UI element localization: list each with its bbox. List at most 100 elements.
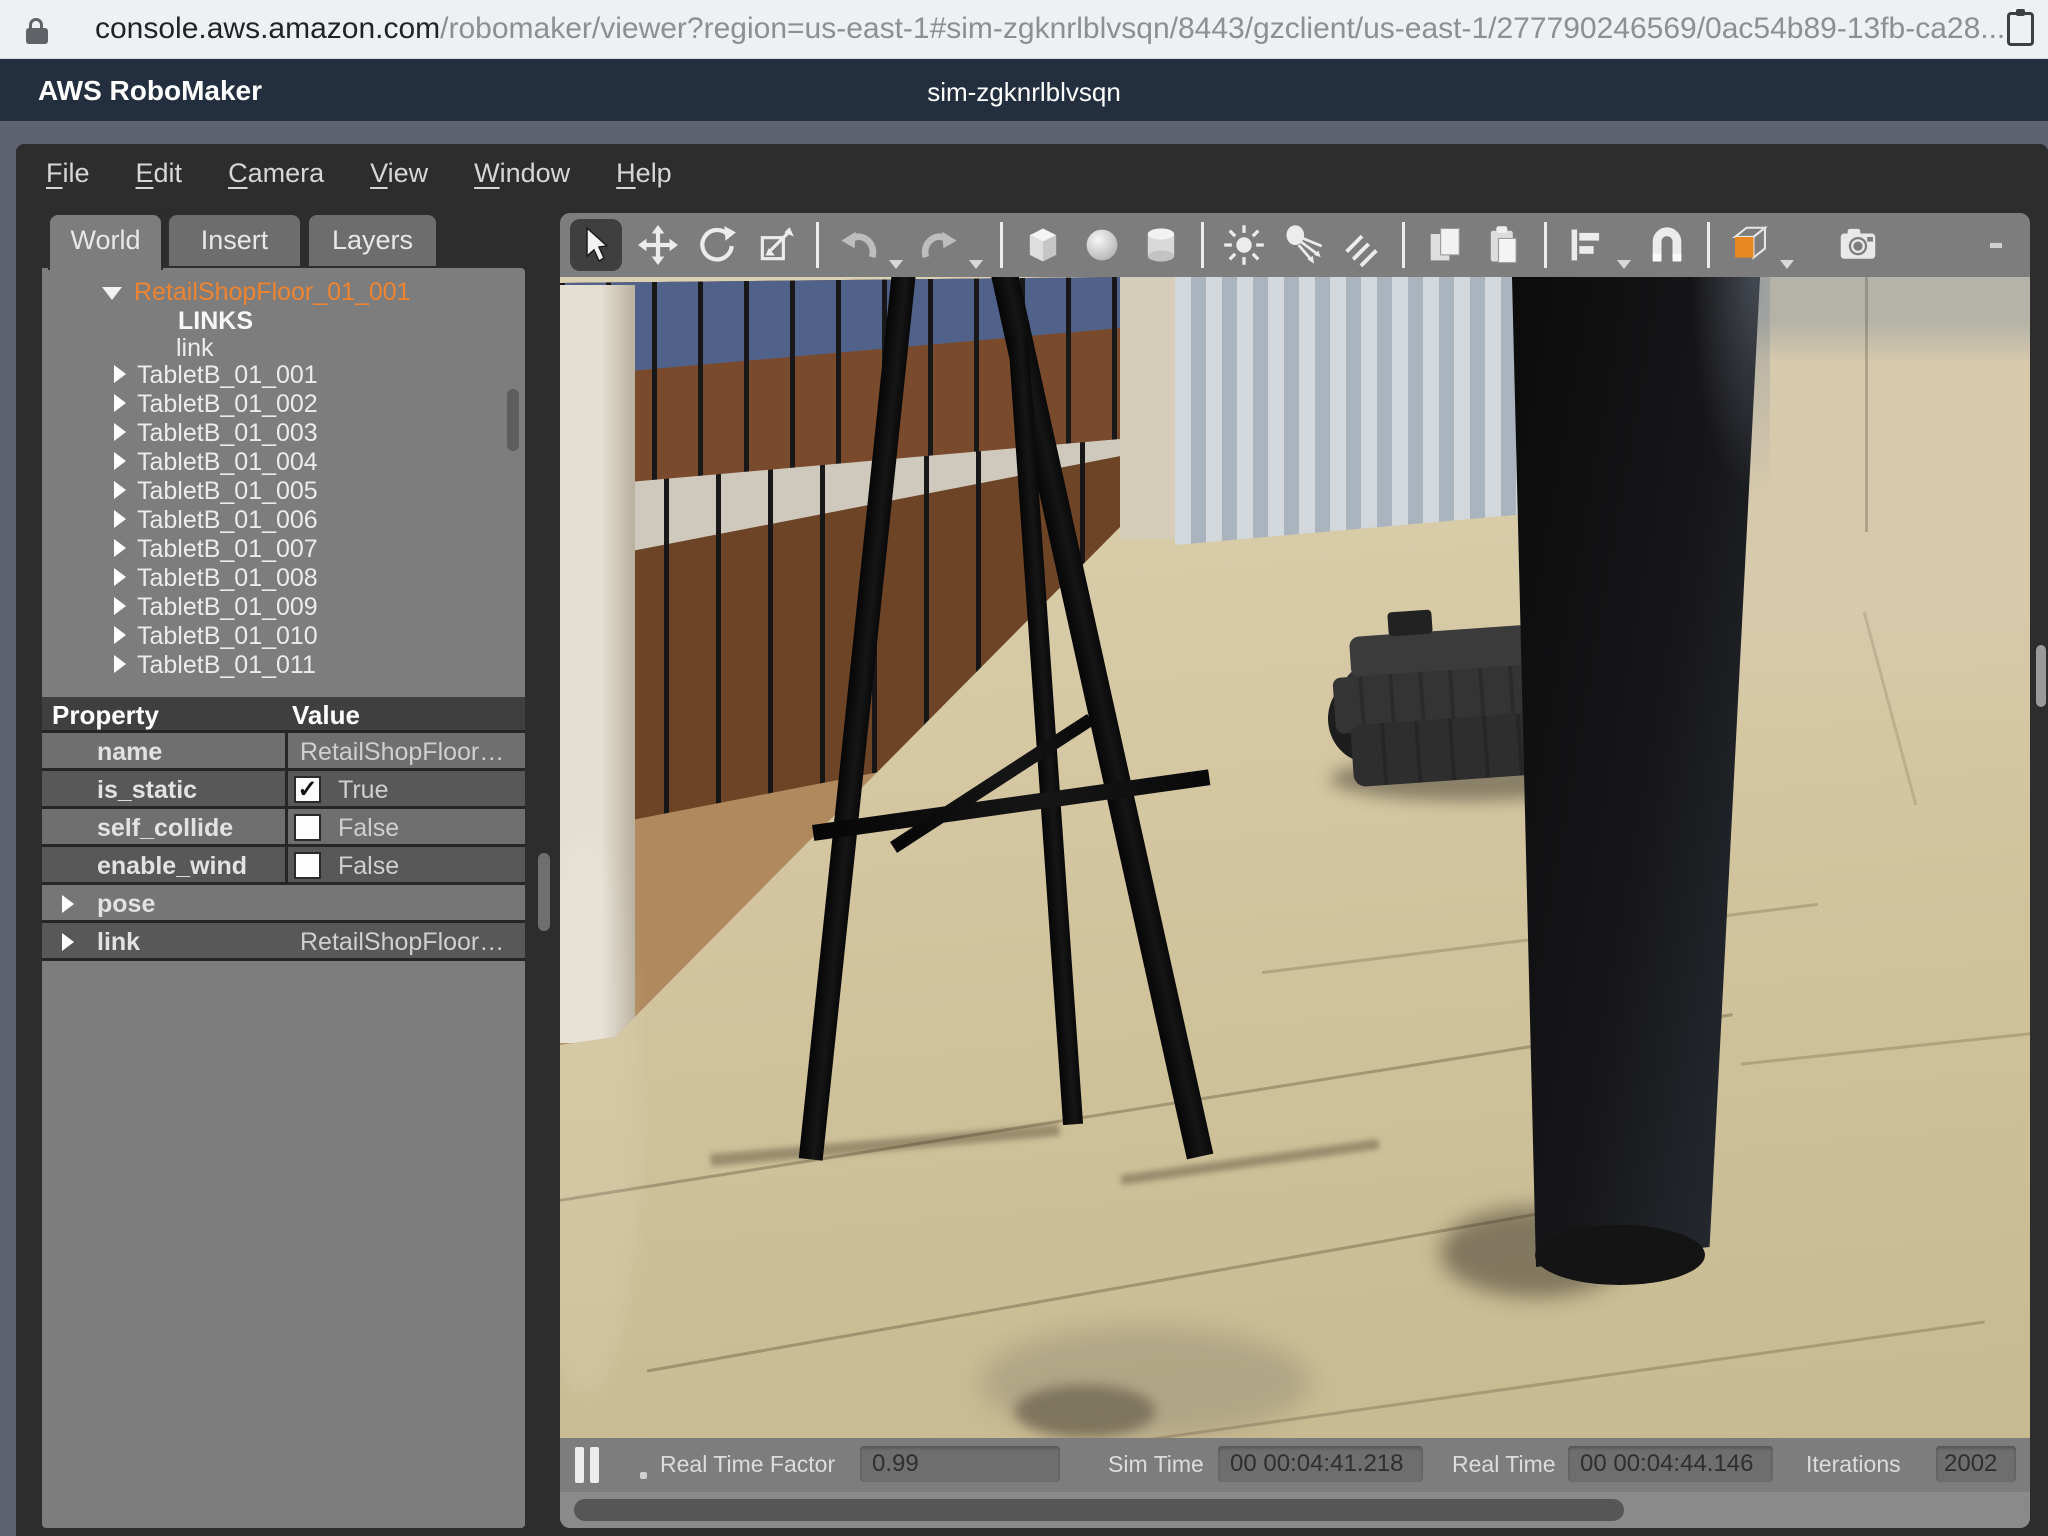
box-icon — [1021, 223, 1065, 267]
paste-icon — [1482, 223, 1526, 267]
tab-insert[interactable]: Insert — [167, 213, 302, 268]
menu-window[interactable]: Window — [474, 158, 570, 189]
tree-item[interactable]: TabletB_01_003 — [114, 419, 318, 448]
prop-row-enable-wind: enable_wind False — [42, 847, 525, 885]
url-domain: console.aws.amazon.com — [95, 12, 440, 45]
chevron-collapsed-icon[interactable] — [114, 365, 126, 383]
chevron-collapsed-icon[interactable] — [114, 568, 126, 586]
select-tool-button[interactable] — [570, 219, 622, 271]
checkbox-checked[interactable]: ✓ — [294, 776, 321, 803]
pillar-sheen — [1690, 277, 1770, 497]
undo-button[interactable] — [836, 222, 882, 268]
toolbar-separator — [816, 222, 819, 268]
view-cube-icon — [1727, 221, 1773, 269]
undo-dropdown-caret[interactable] — [889, 260, 903, 269]
paste-button[interactable] — [1481, 222, 1527, 268]
iterations-label: Iterations — [1806, 1451, 1901, 1478]
horizontal-scroll-thumb[interactable] — [574, 1499, 1624, 1521]
insert-cylinder-button[interactable] — [1138, 222, 1184, 268]
viewport-toolbar — [560, 213, 2030, 277]
directional-light-icon — [1340, 223, 1384, 267]
spot-light-button[interactable] — [1280, 222, 1326, 268]
snap-button[interactable] — [1644, 222, 1690, 268]
align-dropdown-caret[interactable] — [1617, 260, 1631, 269]
easel-shadow — [1121, 1139, 1380, 1185]
redo-dropdown-caret[interactable] — [969, 260, 983, 269]
step-button[interactable] — [640, 1472, 647, 1479]
pillar-bottom-cap — [1535, 1225, 1705, 1285]
striped-wallpaper-wall[interactable] — [1175, 277, 1540, 545]
viewport-horizontal-scrollbar[interactable] — [560, 1492, 2030, 1528]
chevron-collapsed-icon[interactable] — [114, 510, 126, 528]
chevron-collapsed-icon[interactable] — [114, 539, 126, 557]
col-property: Property — [52, 700, 159, 731]
copy-button[interactable] — [1422, 222, 1468, 268]
menu-camera[interactable]: Camera — [228, 158, 324, 189]
chevron-collapsed-icon[interactable] — [114, 452, 126, 470]
aws-header: AWS RoboMaker sim-zgknrlblvsqn — [0, 59, 2048, 121]
chevron-collapsed-icon[interactable] — [114, 626, 126, 644]
tree-item[interactable]: TabletB_01_006 — [114, 506, 318, 535]
tab-layers[interactable]: Layers — [307, 213, 438, 268]
lock-icon[interactable] — [26, 18, 48, 44]
translate-tool-button[interactable] — [635, 222, 681, 268]
col-value: Value — [292, 700, 360, 731]
rotate-tool-button[interactable] — [694, 222, 740, 268]
tree-item[interactable]: TabletB_01_007 — [114, 535, 318, 564]
chevron-collapsed-icon[interactable] — [114, 394, 126, 412]
insert-sphere-button[interactable] — [1079, 222, 1125, 268]
insert-box-button[interactable] — [1020, 222, 1066, 268]
directional-light-button[interactable] — [1339, 222, 1385, 268]
iterations-value: 2002 — [1936, 1446, 2016, 1482]
scale-tool-button[interactable] — [753, 222, 799, 268]
property-table: Property Value name RetailShopFloor… is_… — [42, 697, 525, 961]
panel-splitter-scrollbar[interactable] — [538, 853, 550, 931]
world-panel: RetailShopFloor_01_001 LINKS link Tablet… — [40, 266, 527, 1530]
simulation-title: sim-zgknrlblvsqn — [0, 77, 2048, 108]
redo-button[interactable] — [916, 222, 962, 268]
menu-edit[interactable]: Edit — [136, 158, 183, 189]
view-angle-button[interactable] — [1727, 222, 1773, 268]
checkbox-unchecked[interactable] — [294, 852, 321, 879]
tree-root-row[interactable]: RetailShopFloor_01_001 — [102, 278, 411, 307]
menu-view[interactable]: View — [370, 158, 428, 189]
tree-item[interactable]: TabletB_01_004 — [114, 448, 318, 477]
view-angle-dropdown-caret[interactable] — [1780, 260, 1794, 269]
prop-row-pose[interactable]: pose — [42, 885, 525, 923]
clipboard-icon[interactable] — [2007, 12, 2034, 46]
chevron-collapsed-icon[interactable] — [62, 895, 74, 913]
prop-row-link[interactable]: link RetailShopFloor… — [42, 923, 525, 961]
url-field[interactable]: console.aws.amazon.com/robomaker/viewer?… — [95, 12, 2005, 46]
menu-help[interactable]: Help — [616, 158, 672, 189]
chevron-expanded-icon[interactable] — [102, 287, 122, 300]
magnet-icon — [1645, 223, 1689, 267]
chevron-collapsed-icon[interactable] — [114, 423, 126, 441]
align-button[interactable] — [1564, 222, 1610, 268]
tree-link-item[interactable]: link — [176, 334, 214, 363]
copy-icon — [1423, 223, 1467, 267]
chevron-collapsed-icon[interactable] — [114, 655, 126, 673]
wall-panel[interactable] — [1120, 277, 1178, 539]
chevron-collapsed-icon[interactable] — [114, 597, 126, 615]
toolbar-separator — [1402, 222, 1405, 268]
point-light-button[interactable] — [1221, 222, 1267, 268]
tree-item[interactable]: TabletB_01_008 — [114, 564, 318, 593]
pause-button[interactable] — [575, 1447, 605, 1483]
tree-item[interactable]: TabletB_01_011 — [114, 651, 316, 680]
chevron-collapsed-icon[interactable] — [114, 481, 126, 499]
rtf-value: 0.99 — [860, 1446, 1060, 1482]
chevron-collapsed-icon[interactable] — [62, 933, 74, 951]
tree-item[interactable]: TabletB_01_001 — [114, 361, 318, 390]
tree-item[interactable]: TabletB_01_009 — [114, 593, 318, 622]
viewport-vertical-scrollbar[interactable] — [2036, 645, 2046, 707]
scene-3d[interactable] — [560, 277, 2030, 1438]
screenshot-button[interactable] — [1835, 222, 1881, 268]
tree-item[interactable]: TabletB_01_010 — [114, 622, 318, 651]
tab-world[interactable]: World — [48, 213, 163, 270]
menu-file[interactable]: File — [46, 158, 90, 189]
checkbox-unchecked[interactable] — [294, 814, 321, 841]
tree-scrollbar[interactable] — [507, 389, 519, 451]
browser-address-bar: console.aws.amazon.com/robomaker/viewer?… — [0, 0, 2048, 59]
tree-item[interactable]: TabletB_01_002 — [114, 390, 318, 419]
tree-item[interactable]: TabletB_01_005 — [114, 477, 318, 506]
